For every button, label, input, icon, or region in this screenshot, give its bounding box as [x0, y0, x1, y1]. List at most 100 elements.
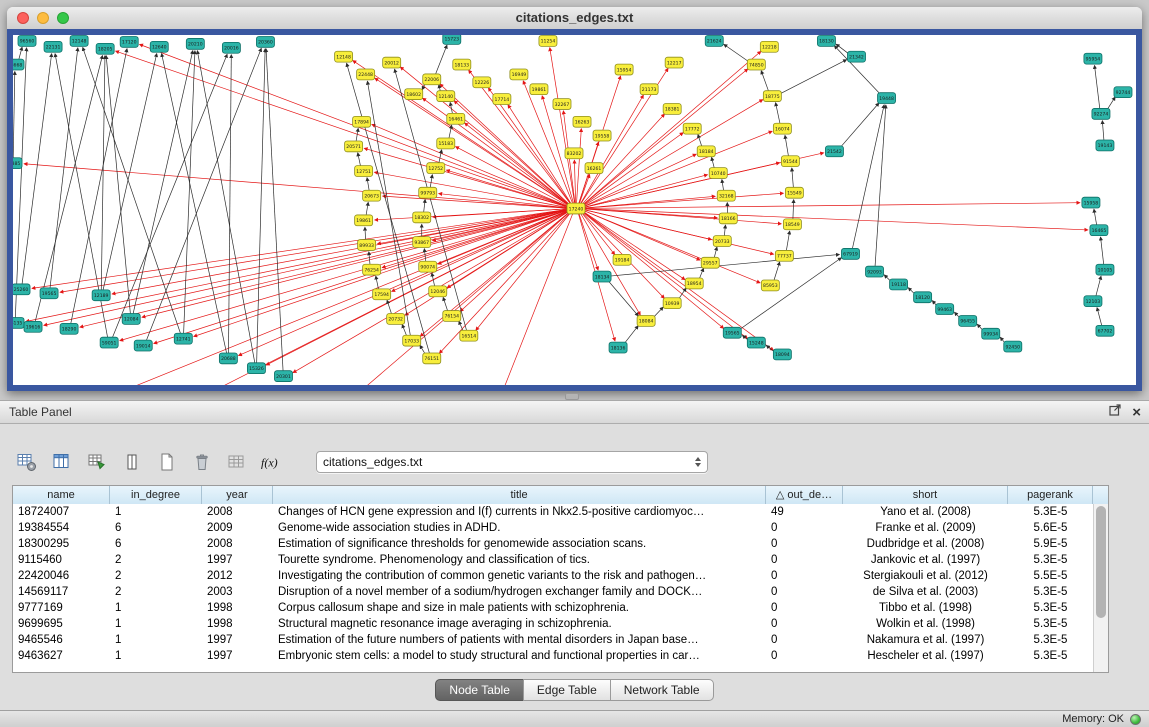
graph-node[interactable]: 12046	[429, 286, 447, 297]
graph-node[interactable]: 12103	[1084, 296, 1102, 307]
graph-node[interactable]: 89933	[358, 240, 376, 251]
graph-node[interactable]: 17885	[13, 158, 22, 169]
graph-node[interactable]: 12752	[427, 163, 445, 174]
graph-node[interactable]: 21173	[640, 84, 658, 95]
graph-node[interactable]: 12640	[150, 41, 168, 52]
graph-node[interactable]: 25260	[13, 284, 30, 295]
graph-node[interactable]: 16461	[447, 113, 465, 124]
graph-node[interactable]: 21542	[825, 146, 843, 157]
network-canvas[interactable]: 1724017894205711275120673198618993376254…	[13, 35, 1136, 385]
graph-node[interactable]: 18134	[593, 271, 611, 282]
graph-node[interactable]: 19565	[723, 327, 741, 338]
graph-node[interactable]: 12189	[92, 290, 110, 301]
graph-node[interactable]: 16074	[773, 123, 791, 134]
graph-node[interactable]: 92093	[866, 266, 884, 277]
graph-node[interactable]: 17033	[403, 335, 421, 346]
graph-node[interactable]: 20360	[256, 36, 274, 47]
graph-node[interactable]: 22131	[44, 41, 62, 52]
column-header-in-degree[interactable]: in_degree	[110, 486, 202, 504]
graph-node[interactable]: 20733	[713, 236, 731, 247]
graph-node[interactable]: 20012	[383, 57, 401, 68]
graph-node[interactable]: 18130	[817, 35, 835, 46]
graph-node[interactable]: 18184	[697, 146, 715, 157]
float-panel-icon[interactable]	[1109, 403, 1122, 421]
table-row[interactable]: 977716911998Corpus callosum shape and si…	[13, 600, 1093, 616]
table-row[interactable]: 969969511998Structural magnetic resonanc…	[13, 616, 1093, 632]
graph-node[interactable]: 11254	[539, 35, 557, 46]
graph-node[interactable]: 21624	[705, 35, 723, 46]
graph-node[interactable]: 16514	[460, 330, 478, 341]
graph-node[interactable]: 85953	[761, 280, 779, 291]
graph-node[interactable]: 67919	[841, 248, 859, 259]
graph-node[interactable]: 18136	[609, 342, 627, 353]
table-row[interactable]: 1830029562008Estimation of significance …	[13, 536, 1093, 552]
graph-node[interactable]: 17594	[373, 289, 391, 300]
close-button[interactable]	[17, 12, 29, 24]
table-source-select[interactable]: citations_edges.txt	[316, 451, 708, 473]
graph-node[interactable]: 16949	[510, 69, 528, 80]
graph-node[interactable]: 12218	[760, 41, 778, 52]
column-header-title[interactable]: title	[273, 486, 766, 504]
graph-node[interactable]: 19616	[24, 321, 42, 332]
graph-node[interactable]: 19118	[890, 279, 908, 290]
graph-node[interactable]: 18302	[413, 212, 431, 223]
graph-node[interactable]: 12751	[355, 166, 373, 177]
function-builder-button[interactable]: f(x)	[259, 449, 285, 475]
graph-node[interactable]: 96455	[959, 315, 977, 326]
graph-node[interactable]: 10939	[663, 298, 681, 309]
graph-node[interactable]: 18135	[13, 317, 24, 328]
graph-node[interactable]: 12217	[665, 57, 683, 68]
graph-node[interactable]: 18094	[773, 349, 791, 360]
graph-node[interactable]: 18549	[783, 219, 801, 230]
delete-table-button[interactable]	[189, 449, 215, 475]
graph-node[interactable]: 10740	[709, 168, 727, 179]
graph-node[interactable]: 77737	[775, 250, 793, 261]
column-width-button[interactable]	[119, 449, 145, 475]
graph-node[interactable]: 20016	[222, 42, 240, 53]
graph-node[interactable]: 20688	[219, 353, 237, 364]
column-header-out-degree[interactable]: △ out_de…	[766, 486, 843, 504]
graph-node[interactable]: 16261	[585, 163, 603, 174]
graph-node[interactable]: 19448	[878, 93, 896, 104]
graph-node[interactable]: 15248	[747, 337, 765, 348]
graph-node[interactable]: 18290	[60, 323, 78, 334]
graph-node[interactable]: 20210	[186, 38, 204, 49]
graph-node[interactable]: 22006	[423, 74, 441, 85]
graph-node[interactable]: 17120	[120, 36, 138, 47]
zoom-button[interactable]	[57, 12, 69, 24]
graph-node[interactable]: 18602	[405, 89, 423, 100]
table-row[interactable]: 946554611997Estimation of the future num…	[13, 632, 1093, 648]
graph-node[interactable]: 19143	[1096, 140, 1114, 151]
graph-node[interactable]: 19565	[40, 288, 58, 299]
graph-node[interactable]: 67702	[1096, 325, 1114, 336]
graph-node[interactable]: 95954	[1084, 53, 1102, 64]
graph-node[interactable]: 12084	[122, 314, 140, 325]
graph-node[interactable]: 18381	[663, 104, 681, 115]
graph-node[interactable]: 12226	[473, 77, 491, 88]
graph-node[interactable]: 92274	[1092, 108, 1110, 119]
graph-node[interactable]: 93867	[413, 237, 431, 248]
graph-node[interactable]: 18120	[914, 292, 932, 303]
graph-node[interactable]: 18166	[719, 213, 737, 224]
column-header-year[interactable]: year	[202, 486, 273, 504]
graph-node[interactable]: 18084	[637, 315, 655, 326]
table-row[interactable]: 2242004622012Investigating the contribut…	[13, 568, 1093, 584]
graph-node[interactable]: 17240	[567, 203, 585, 214]
table-row[interactable]: 1872400712008Changes of HCN gene express…	[13, 504, 1093, 520]
graph-node[interactable]: 83202	[565, 148, 583, 159]
graph-node[interactable]: 18205	[96, 43, 114, 54]
graph-node[interactable]: 59051	[100, 337, 118, 348]
table-settings-button[interactable]	[14, 449, 40, 475]
graph-node[interactable]: 15954	[615, 64, 633, 75]
table-options-button[interactable]	[224, 449, 250, 475]
graph-node[interactable]: 17894	[353, 116, 371, 127]
graph-node[interactable]: 20673	[363, 190, 381, 201]
graph-node[interactable]: 19861	[355, 215, 373, 226]
graph-node[interactable]: 22448	[357, 69, 375, 80]
graph-node[interactable]: 19184	[613, 254, 631, 265]
graph-node[interactable]: 18668	[13, 59, 24, 70]
graph-node[interactable]: 90074	[419, 261, 437, 272]
graph-node[interactable]: 18954	[685, 278, 703, 289]
graph-node[interactable]: 17714	[493, 94, 511, 105]
graph-node[interactable]: 32267	[553, 99, 571, 110]
